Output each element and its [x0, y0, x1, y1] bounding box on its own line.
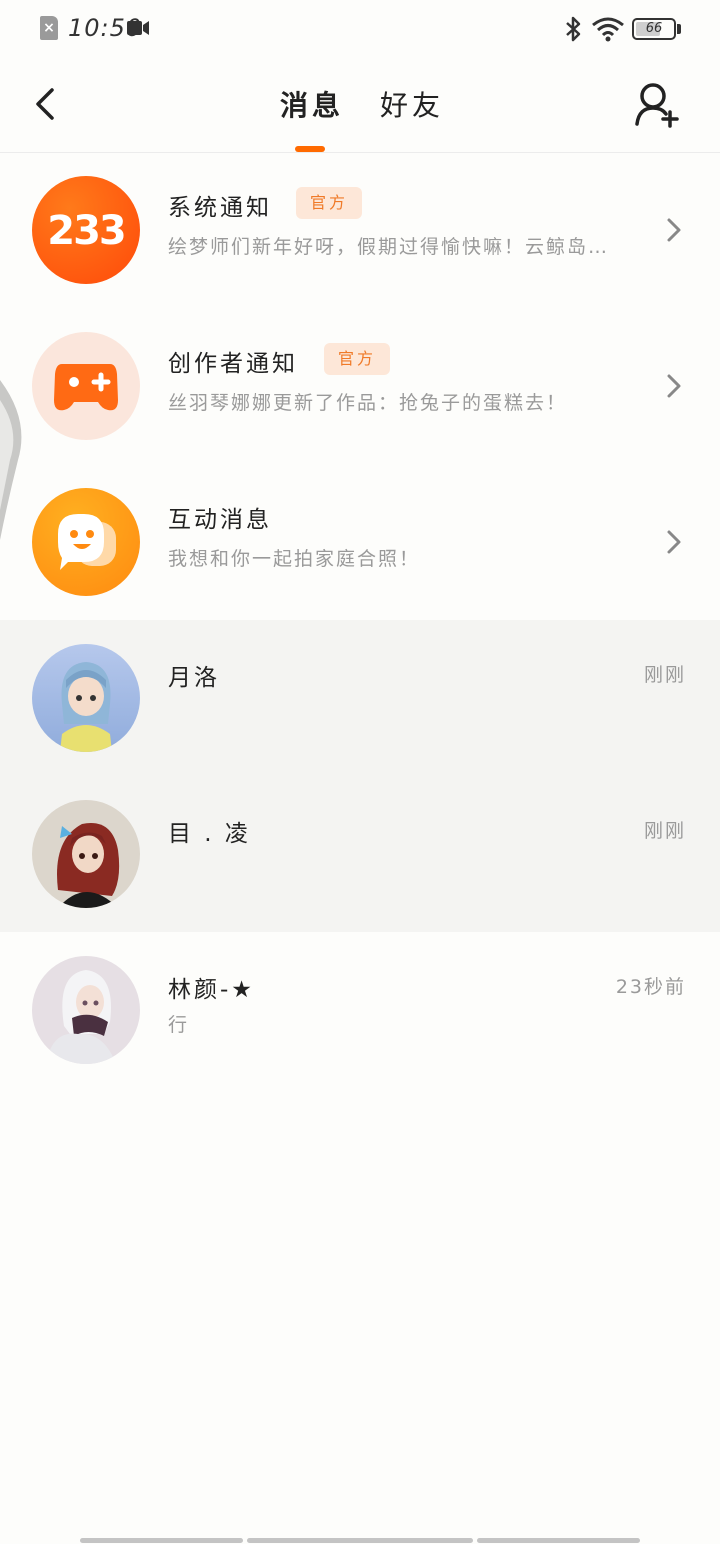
- row-title: 系统通知: [168, 195, 272, 221]
- chevron-right-icon: [667, 374, 681, 398]
- gesture-bar-center: [247, 1538, 473, 1543]
- chevron-right-icon: [667, 218, 681, 242]
- row-preview: 我想和你一起拍家庭合照！: [168, 548, 421, 570]
- user-avatar: [32, 644, 140, 752]
- screen-record-icon: [127, 21, 149, 35]
- official-badge: 官方: [324, 343, 391, 375]
- conversation-creator-notice[interactable]: 创作者通知 官方 丝羽琴娜娜更新了作品：抢兔子的蛋糕去！: [0, 312, 720, 468]
- row-title: 创作者通知: [168, 351, 298, 377]
- active-tab-indicator: [295, 146, 325, 152]
- creator-avatar: [32, 332, 140, 440]
- gamepad-icon: [54, 364, 118, 411]
- avatar-illustration: [57, 823, 120, 908]
- row-time: 刚刚: [643, 664, 686, 686]
- row-title: 林颜-★: [168, 977, 255, 1003]
- conversation-user[interactable]: 林颜-★ 23秒前 行: [0, 936, 720, 1092]
- avatar-illustration: [60, 662, 112, 752]
- battery-icon: 66: [632, 18, 676, 40]
- row-preview: 行: [168, 1014, 190, 1036]
- row-title: 互动消息: [168, 507, 272, 533]
- user-avatar: [32, 800, 140, 908]
- back-icon[interactable]: [26, 82, 66, 126]
- top-nav: 消息 好友: [0, 60, 720, 153]
- status-bar: × 10:50 66: [0, 0, 720, 60]
- row-preview: 绘梦师们新年好呀，假期过得愉快嘛！云鲸岛…: [168, 236, 610, 258]
- avatar-illustration: [46, 970, 116, 1064]
- row-title: 月洛: [168, 665, 220, 691]
- official-badge: 官方: [296, 187, 363, 219]
- 233-logo: 233: [47, 208, 127, 254]
- gesture-bar-right: [477, 1538, 640, 1543]
- chevron-right-icon: [667, 530, 681, 554]
- gesture-bar-left: [80, 1538, 243, 1543]
- battery-percent: 66: [645, 21, 663, 36]
- 233-logo-avatar: 233: [32, 176, 140, 284]
- battery-tip: [677, 24, 681, 34]
- tab-messages[interactable]: 消息: [280, 84, 344, 124]
- interaction-avatar: [32, 488, 140, 596]
- conversation-user[interactable]: 目 . 凌 刚刚: [0, 780, 720, 936]
- conversation-user[interactable]: 月洛 刚刚: [0, 624, 720, 780]
- sim-error-icon: ×: [40, 16, 58, 40]
- conversation-system-notice[interactable]: 233 系统通知 官方 绘梦师们新年好呀，假期过得愉快嘛！云鲸岛…: [0, 156, 720, 312]
- conversation-interaction[interactable]: 互动消息 我想和你一起拍家庭合照！: [0, 468, 720, 624]
- row-title: 目 . 凌: [168, 821, 251, 847]
- wifi-icon: [592, 17, 624, 42]
- user-avatar: [32, 956, 140, 1064]
- tab-friends[interactable]: 好友: [380, 84, 444, 124]
- chat-bubble-icon: [58, 514, 116, 570]
- bluetooth-icon: [566, 16, 581, 42]
- add-friend-icon[interactable]: [634, 80, 680, 130]
- row-preview: 丝羽琴娜娜更新了作品：抢兔子的蛋糕去！: [168, 392, 568, 414]
- row-time: 23秒前: [615, 976, 686, 998]
- row-time: 刚刚: [643, 820, 686, 842]
